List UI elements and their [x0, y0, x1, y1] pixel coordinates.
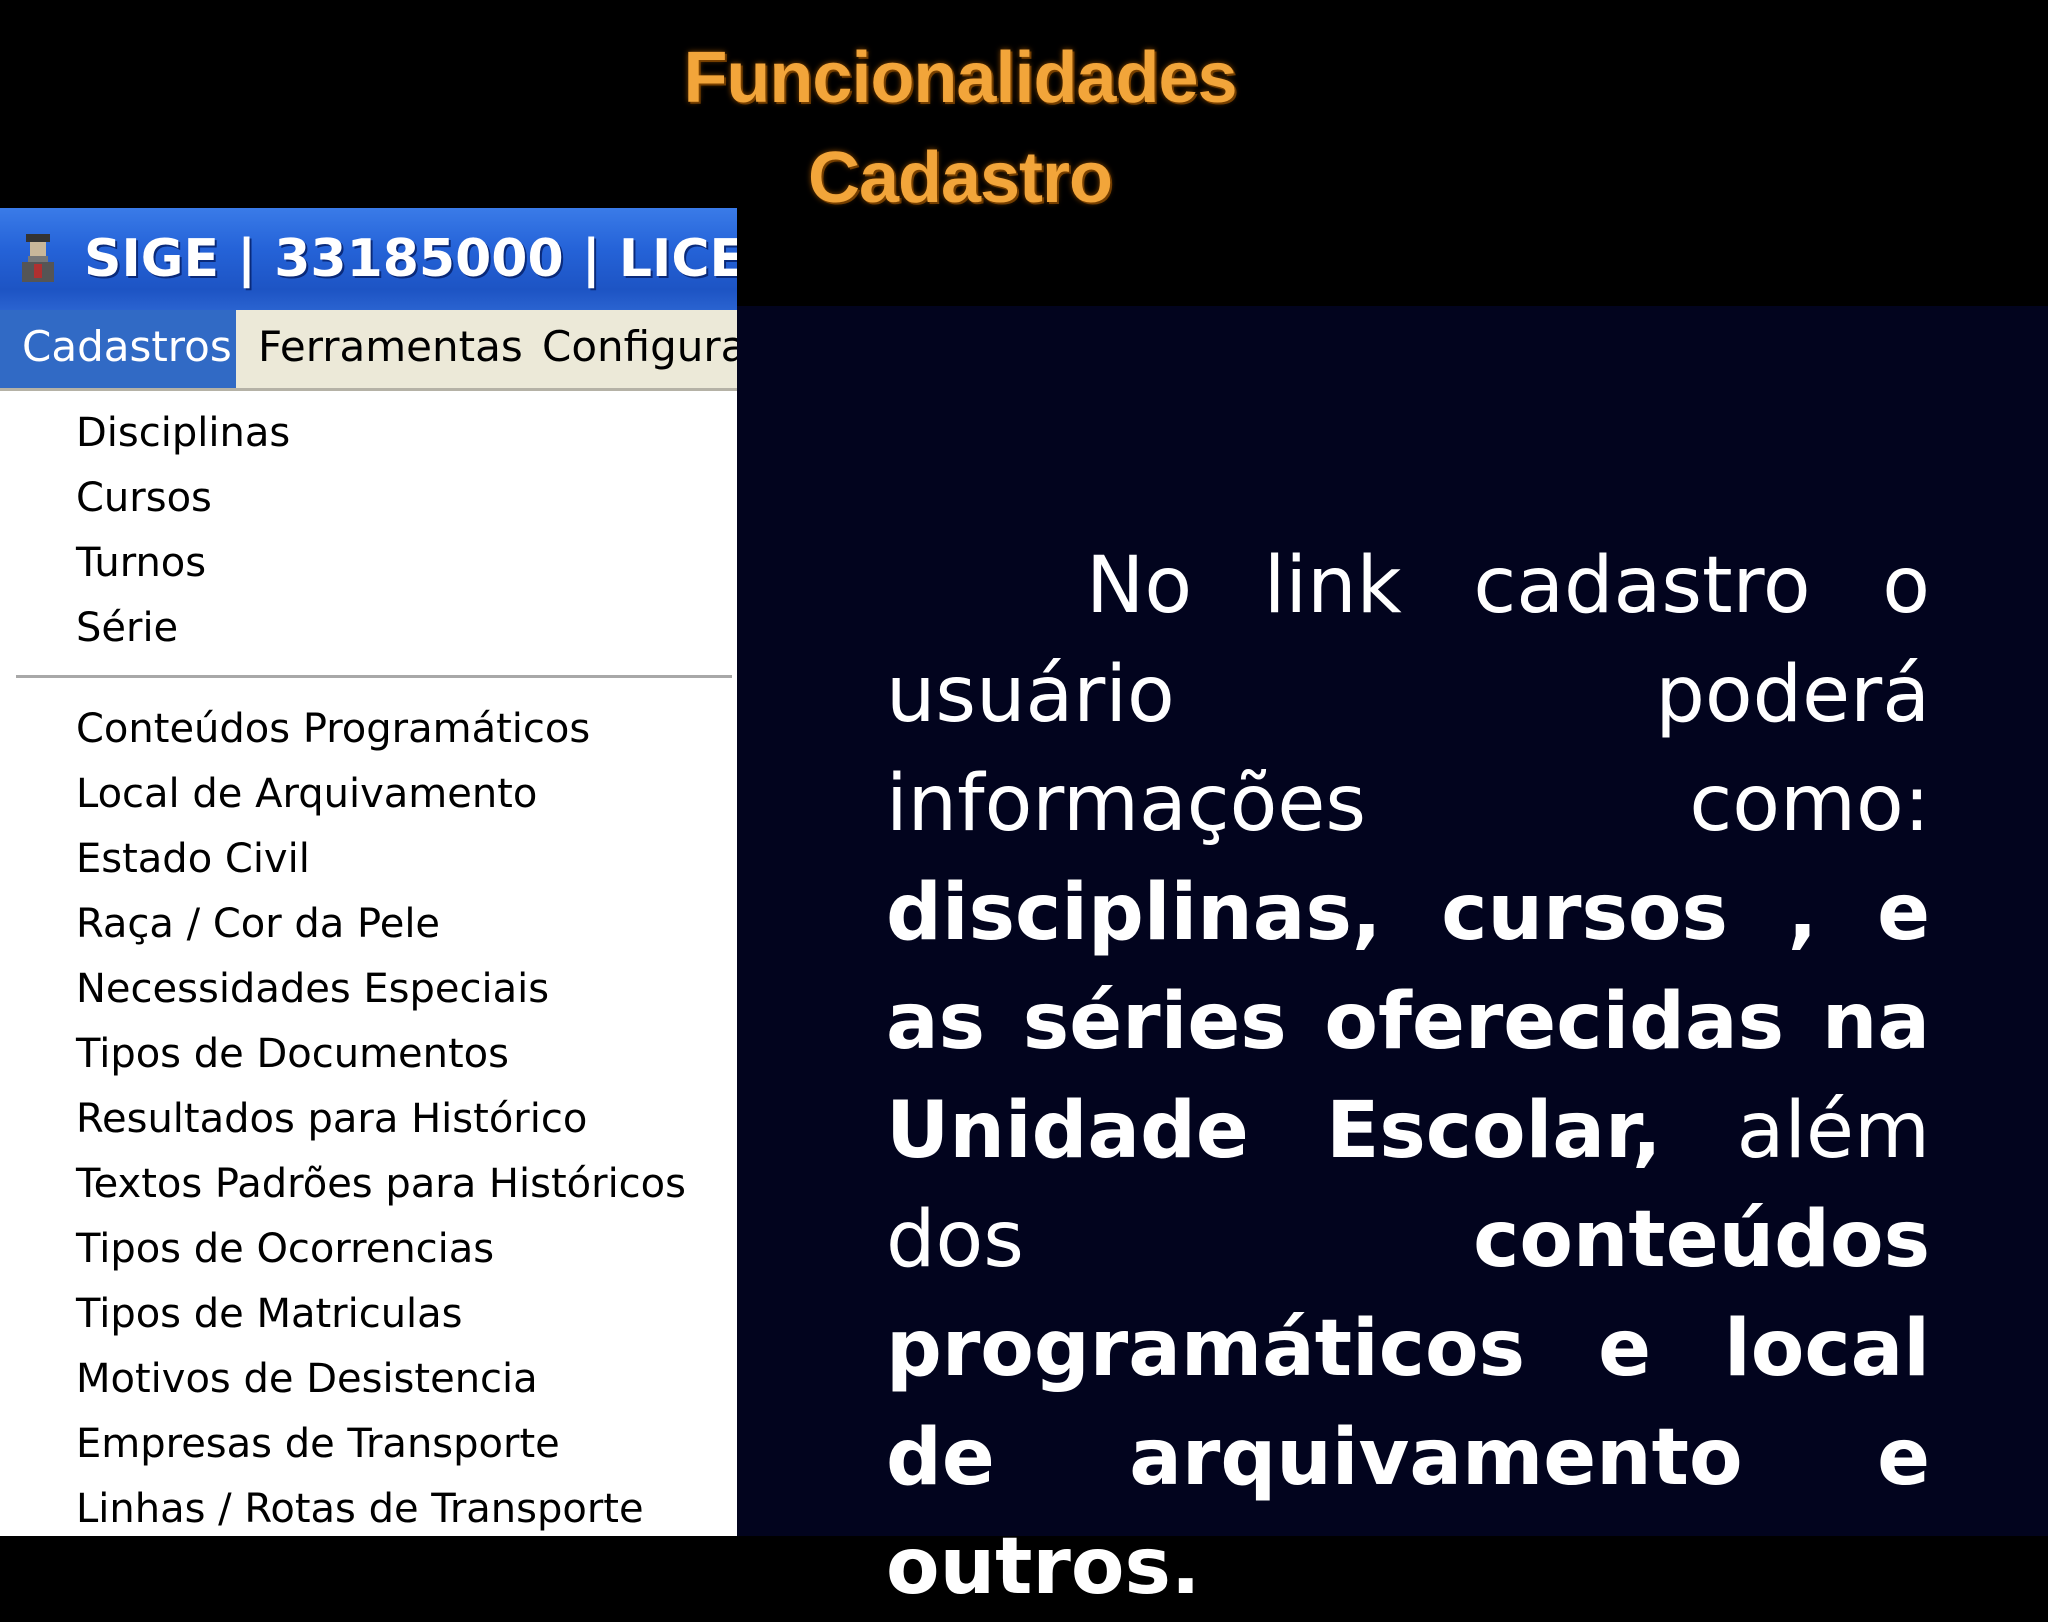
menu-item-linhas-rotas[interactable]: Linhas / Rotas de Transporte: [76, 1479, 644, 1536]
menu-item-cursos[interactable]: Cursos: [76, 468, 212, 528]
menu-item-raca-cor[interactable]: Raça / Cor da Pele: [76, 894, 440, 954]
slide-title: Funcionalidades Cadastro: [560, 28, 1360, 228]
window-title: SIGE | 33185000 | LICEU S: [84, 229, 737, 289]
menu-item-necessidades-especiais[interactable]: Necessidades Especiais: [76, 959, 549, 1019]
menu-cadastros[interactable]: Cadastros: [0, 310, 236, 388]
menu-item-conteudos-programaticos[interactable]: Conteúdos Programáticos: [76, 699, 590, 759]
menu-separator: [16, 675, 732, 679]
slide-title-line1: Funcionalidades: [683, 38, 1237, 118]
window-titlebar[interactable]: SIGE | 33185000 | LICEU S: [0, 208, 737, 310]
menu-item-local-arquivamento[interactable]: Local de Arquivamento: [76, 764, 537, 824]
cadastros-dropdown-menu: Disciplinas Cursos Turnos Série Conteúdo…: [0, 391, 737, 1536]
menu-configuracoes[interactable]: Configurações: [520, 310, 737, 388]
menu-item-empresas-transporte[interactable]: Empresas de Transporte: [76, 1414, 560, 1474]
menu-item-resultados-historico[interactable]: Resultados para Histórico: [76, 1089, 587, 1149]
menu-item-tipos-ocorrencias[interactable]: Tipos de Ocorrencias: [76, 1219, 494, 1279]
menu-item-motivos-desistencia[interactable]: Motivos de Desistencia: [76, 1349, 538, 1409]
slide-body-text: No link cadastro o usuário poderá inform…: [886, 532, 1930, 1622]
menu-bar: Cadastros Ferramentas Configurações: [0, 310, 737, 391]
app-bust-icon: [22, 234, 54, 282]
slide-text-intro: No link cadastro o usuário poderá inform…: [886, 541, 1930, 849]
menu-item-disciplinas[interactable]: Disciplinas: [76, 403, 290, 463]
menu-item-textos-padroes[interactable]: Textos Padrões para Históricos: [76, 1154, 686, 1214]
menu-item-tipos-matriculas[interactable]: Tipos de Matriculas: [76, 1284, 463, 1344]
menu-item-estado-civil[interactable]: Estado Civil: [76, 829, 310, 889]
app-window-screenshot: SIGE | 33185000 | LICEU S Cadastros Ferr…: [0, 208, 737, 1536]
menu-ferramentas[interactable]: Ferramentas: [236, 310, 545, 388]
menu-item-serie[interactable]: Série: [76, 598, 178, 658]
menu-item-tipos-documentos[interactable]: Tipos de Documentos: [76, 1024, 509, 1084]
menu-item-turnos[interactable]: Turnos: [76, 533, 206, 593]
